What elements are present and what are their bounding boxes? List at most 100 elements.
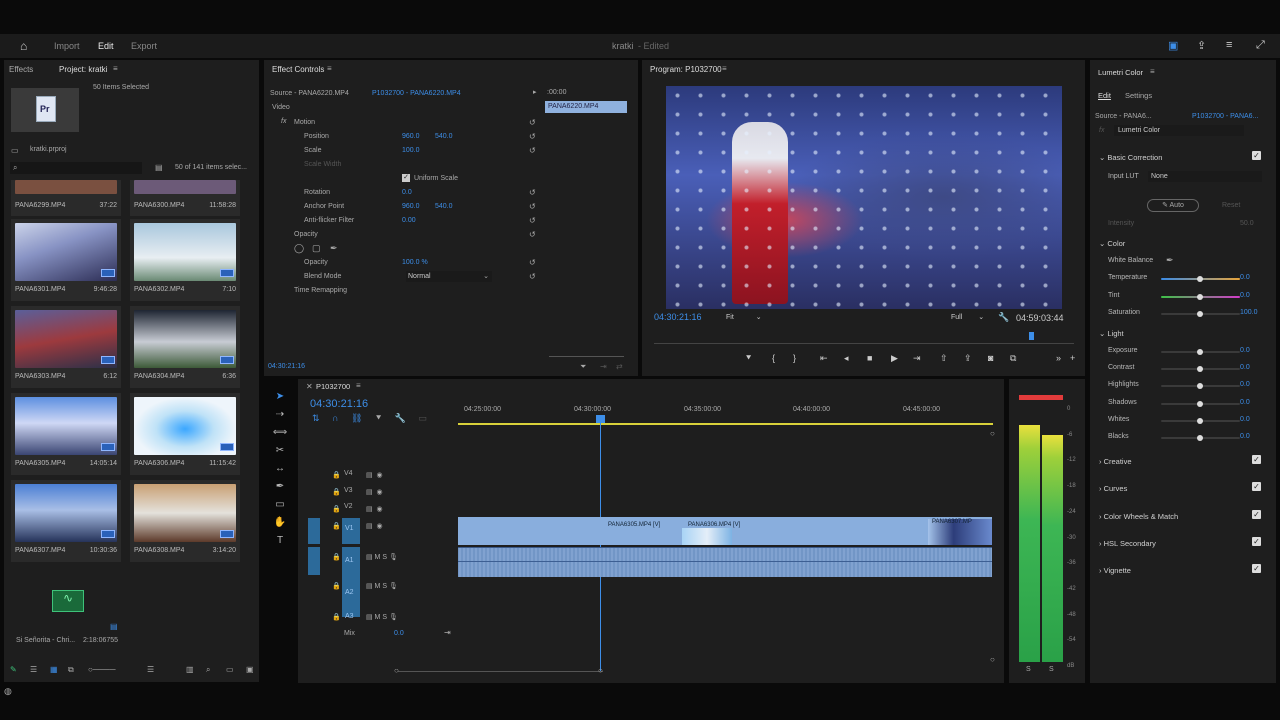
slip-icon[interactable]: ↔ [270,460,290,478]
shadows-value[interactable]: 0.0 [1240,399,1250,406]
reset-icon[interactable]: ↺ [529,188,630,197]
go-to-out-icon[interactable]: ⇥ [913,353,921,364]
saturation-value[interactable]: 100.0 [1240,309,1258,316]
clip-thumb[interactable]: PANA6307.MP4 10:30:36 [11,480,121,562]
source-clip[interactable]: Source - PANA6220.MP4 [270,90,349,97]
whites-knob[interactable] [1197,418,1203,424]
mark-out-icon[interactable]: } [793,353,796,363]
exposure-value[interactable]: 0.0 [1240,347,1250,354]
reset-icon[interactable]: ↺ [529,146,630,155]
clip-6307[interactable]: PANA6307.MP [928,519,992,545]
time-remap-label[interactable]: Time Remapping [294,287,347,294]
scroll-handle-left[interactable]: ○ [394,666,399,675]
mix-value[interactable]: 0.0 [394,630,404,637]
tab-settings[interactable]: Settings [1125,91,1152,100]
flicker-value[interactable]: 0.00 [402,217,416,224]
sequence-clip[interactable]: P1032700 - PANA6220.MP4 [372,90,461,97]
stop-icon[interactable]: ■ [867,353,872,363]
import-tab[interactable]: Import [54,41,80,51]
caption-icon[interactable]: ▭ [418,413,427,423]
reset-icon[interactable]: ↺ [529,118,630,127]
timeline-hscroll[interactable] [398,671,603,672]
intensity-value[interactable]: 50.0 [1240,220,1254,227]
clip-bar[interactable]: PANA6220.MP4 [545,101,627,113]
position-y[interactable]: 540.0 [435,133,453,140]
lumetri-effect-dropdown[interactable]: Lumetri Color [1114,125,1244,136]
time-ruler[interactable]: 04:25:00:00 04:30:00:00 04:35:00:00 04:4… [458,403,993,425]
contrast-knob[interactable] [1197,366,1203,372]
marker-icon[interactable]: ⯆ [375,413,382,423]
scale-value[interactable]: 100.0 [402,147,420,154]
blacks-knob[interactable] [1197,435,1203,441]
rotation-value[interactable]: 0.0 [402,189,412,196]
creative-section[interactable]: › Creative [1099,457,1132,466]
filter-icon[interactable]: ⏷ [580,362,586,372]
tab-effects[interactable]: Effects [9,65,33,74]
curves-checkbox[interactable]: ✓ [1252,482,1261,491]
playhead-marker[interactable] [1029,332,1034,340]
linked-icon[interactable]: ⛓ [351,413,362,423]
hsl-section[interactable]: › HSL Secondary [1099,539,1156,548]
tint-value[interactable]: 0.0 [1240,292,1250,299]
panel-menu-icon[interactable]: ≡ [722,64,727,73]
find-icon[interactable]: ⌕ [206,665,210,675]
tint-knob[interactable] [1197,294,1203,300]
hand-tool-icon[interactable]: ✋ [270,514,290,532]
opacity-section[interactable]: Opacity [294,231,318,238]
ec-scrollbar[interactable] [549,356,624,357]
pen-tool-icon[interactable]: ✒ [270,478,290,496]
clip-thumb[interactable]: PANA6305.MP4 14:05:14 [11,393,121,475]
lift-icon[interactable]: ⇧ [940,353,948,364]
vscroll-handle-bottom[interactable]: ○ [990,655,995,664]
panel-menu-icon[interactable]: ≡ [356,381,361,390]
highlights-knob[interactable] [1197,383,1203,389]
basic-checkbox[interactable]: ✓ [1252,151,1261,160]
fit-dropdown[interactable]: Fit ⌄ [726,313,762,321]
clip-thumb[interactable]: PANA6301.MP4 9:46:28 [11,219,121,301]
clip-thumb[interactable]: PANA6300.MP4 11:58:28 [130,180,240,216]
export-frame-icon[interactable]: ◙ [988,353,993,363]
home-icon[interactable]: ⌂ [20,39,27,53]
play-icon[interactable]: ▶ [891,353,898,364]
whites-value[interactable]: 0.0 [1240,416,1250,423]
panel-menu-icon[interactable]: ≡ [113,64,118,73]
panel-menu-icon[interactable]: ≡ [1150,67,1155,76]
new-item-icon[interactable]: ▣ [246,665,254,674]
eyedropper-icon[interactable]: ✒ [1166,255,1174,266]
tab-edit[interactable]: Edit [1098,91,1111,100]
program-title[interactable]: Program: P1032700 [650,65,722,74]
reset-icon[interactable]: ↺ [529,216,630,225]
track-select-icon[interactable]: ⇢ [270,406,290,424]
audio-clip-icon[interactable]: ∿ [52,590,84,612]
nest-icon[interactable]: ⇅ [312,413,320,423]
solo-left[interactable]: S [1026,666,1031,673]
edit-tab[interactable]: Edit [98,41,114,51]
sort-icon[interactable]: ☰ [147,665,154,674]
new-bin-folder-icon[interactable]: ▭ [226,665,234,674]
extract-icon[interactable]: ⇪ [964,353,972,364]
wrench-icon[interactable]: 🔧 [998,312,1009,323]
reset-icon[interactable]: ↺ [529,258,630,267]
add-button-icon[interactable]: + [1070,353,1075,363]
clip-thumb[interactable]: PANA6306.MP4 11:15:42 [130,393,240,475]
automate-icon[interactable]: ▥ [186,665,194,674]
new-bin-icon[interactable]: ▤ [155,163,163,172]
snap-icon[interactable]: ∩ [332,413,338,423]
anchor-x[interactable]: 960.0 [402,203,420,210]
auto-button[interactable]: ✎ Auto [1147,199,1199,212]
clip-thumb[interactable]: PANA6308.MP4 3:14:20 [130,480,240,562]
audio-clip-track[interactable] [458,547,992,577]
input-lut-dropdown[interactable]: None [1148,171,1262,182]
mark-in-icon[interactable]: { [772,353,775,363]
selection-tool-icon[interactable]: ➤ [270,388,290,406]
vignette-section[interactable]: › Vignette [1099,566,1131,575]
fullscreen-icon[interactable]: ⤢ [1256,39,1265,52]
share-icon[interactable]: ⇪ [1197,39,1206,52]
shadows-knob[interactable] [1197,401,1203,407]
reset-icon[interactable]: ↺ [529,230,630,239]
pen-mask-icon[interactable]: ✒ [330,243,338,254]
panel-menu-icon[interactable]: ≡ [327,64,332,73]
a-src-header[interactable] [308,547,320,575]
creative-checkbox[interactable]: ✓ [1252,455,1261,464]
saturation-knob[interactable] [1197,311,1203,317]
